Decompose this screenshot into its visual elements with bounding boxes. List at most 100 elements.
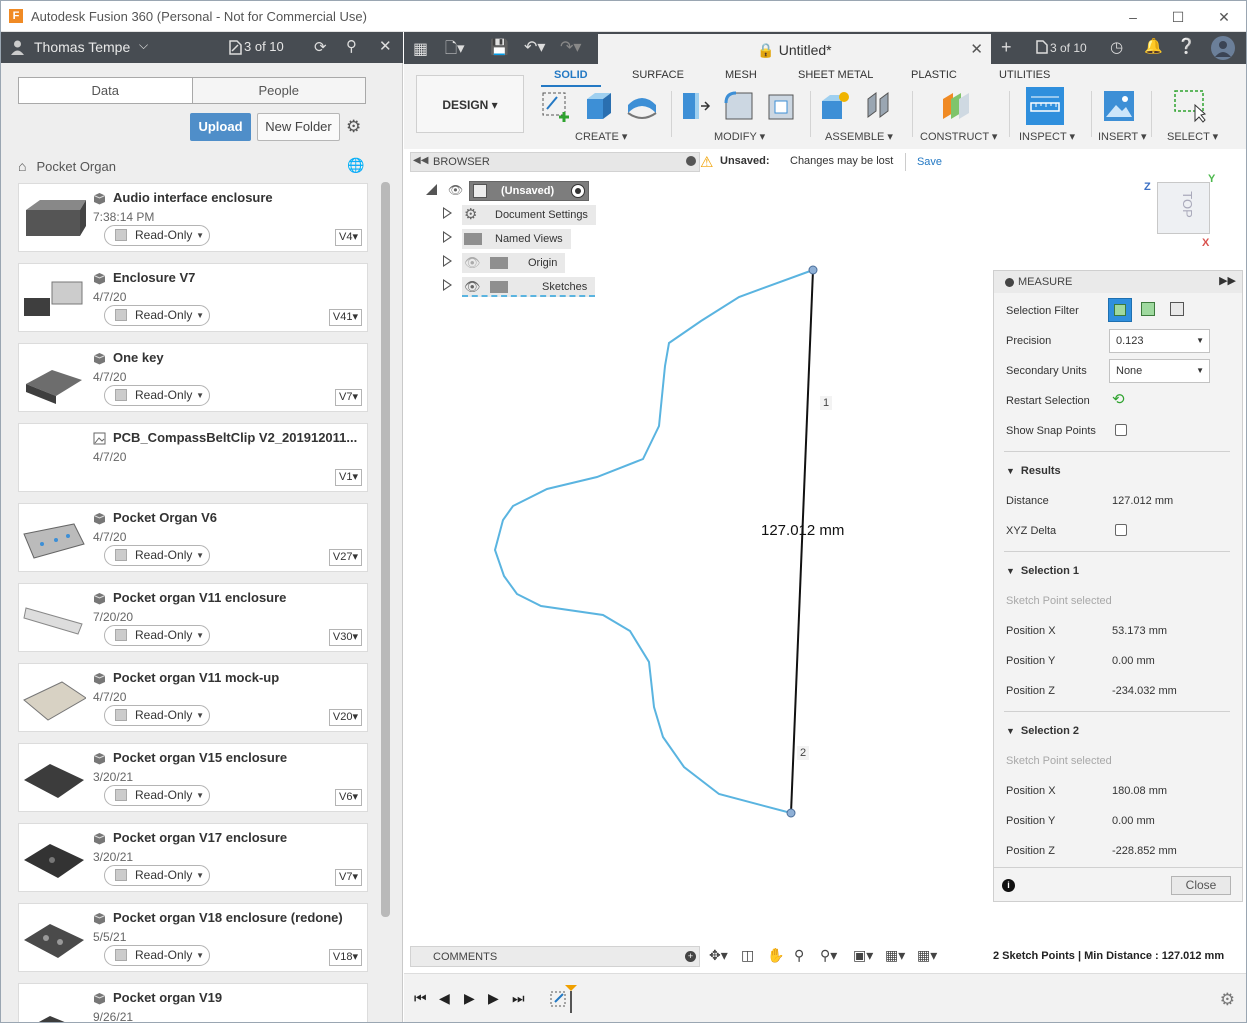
viewports-icon[interactable]: ▦▾ <box>917 947 937 964</box>
file-name[interactable]: Pocket organ V17 enclosure <box>113 830 287 845</box>
file-name[interactable]: Enclosure V7 <box>113 270 195 285</box>
file-name[interactable]: Pocket organ V11 enclosure <box>113 590 286 605</box>
version-dropdown[interactable]: V20▾ <box>328 709 362 726</box>
file-name[interactable]: Pocket organ V18 enclosure (redone) <box>113 910 343 925</box>
file-thumbnail[interactable] <box>22 274 86 326</box>
close-panel-icon[interactable]: ✕ <box>379 37 392 55</box>
assemble-menu[interactable]: ASSEMBLE ▾ <box>825 130 893 143</box>
file-card[interactable]: One key 4/7/20 Read-Only ▼ V7▾ <box>18 343 368 412</box>
search-icon[interactable]: ⚲ <box>346 37 357 55</box>
read-only-dropdown[interactable]: Read-Only ▼ <box>104 545 210 566</box>
selection-1-section-header[interactable]: ▼ Selection 1 <box>1006 565 1079 577</box>
secondary-units-select[interactable]: None ▼ <box>1109 359 1210 383</box>
file-thumbnail[interactable] <box>22 194 86 246</box>
upload-button[interactable]: Upload <box>190 113 251 141</box>
results-section-header[interactable]: ▼ Results <box>1006 465 1061 477</box>
info-icon[interactable]: i <box>1002 879 1015 892</box>
grid-settings-icon[interactable]: ▦▾ <box>885 947 905 964</box>
file-name[interactable]: Pocket organ V11 mock-up <box>113 670 279 685</box>
read-only-dropdown[interactable]: Read-Only ▼ <box>104 305 210 326</box>
file-thumbnail[interactable] <box>22 994 86 1023</box>
collapse-browser-icon[interactable]: ◀◀ <box>413 155 428 166</box>
timeline-first-icon[interactable]: ⏮ <box>414 990 427 1007</box>
tab-mesh[interactable]: MESH <box>725 69 757 81</box>
display-settings-icon[interactable]: ▣▾ <box>853 947 873 964</box>
read-only-dropdown[interactable]: Read-Only ▼ <box>104 705 210 726</box>
save-link[interactable]: Save <box>905 153 953 171</box>
modify-menu[interactable]: MODIFY ▾ <box>714 130 765 143</box>
read-only-dropdown[interactable]: Read-Only ▼ <box>104 785 210 806</box>
file-name[interactable]: PCB_CompassBeltClip V2_201912011... <box>113 430 357 445</box>
select-menu[interactable]: SELECT ▾ <box>1167 130 1218 143</box>
file-list-scrollbar[interactable] <box>381 182 390 917</box>
document-tab[interactable]: 🔒 Untitled* ✕ <box>598 34 991 66</box>
file-thumbnail[interactable] <box>22 434 86 486</box>
version-dropdown[interactable]: V6▾ <box>335 789 362 806</box>
precision-select[interactable]: 0.123 ▼ <box>1109 329 1210 353</box>
file-thumbnail[interactable] <box>22 834 86 886</box>
collapse-panel-icon[interactable] <box>1005 278 1014 287</box>
close-tab-icon[interactable]: ✕ <box>970 40 983 58</box>
tab-people[interactable]: People <box>193 78 366 103</box>
file-icon[interactable]: 🗋▾ <box>445 38 465 63</box>
home-icon[interactable]: ⌂ <box>18 158 26 174</box>
read-only-dropdown[interactable]: Read-Only ▼ <box>104 625 210 646</box>
file-name[interactable]: Pocket organ V15 enclosure <box>113 750 287 765</box>
file-name[interactable]: Audio interface enclosure <box>113 190 273 205</box>
job-status-icon[interactable] <box>1036 40 1048 54</box>
save-icon[interactable]: 💾 <box>490 38 509 56</box>
tab-utilities[interactable]: UTILITIES <box>999 69 1050 81</box>
timeline-play-icon[interactable]: ▶ <box>464 990 475 1007</box>
sketch-point-2[interactable] <box>786 808 796 818</box>
look-at-icon[interactable]: ◫ <box>741 947 754 964</box>
fit-icon[interactable]: ⚲▾ <box>820 947 837 964</box>
xyz-delta-checkbox[interactable] <box>1115 524 1127 536</box>
file-name[interactable]: Pocket Organ V6 <box>113 510 217 525</box>
browser-pin-icon[interactable] <box>686 156 696 166</box>
measure-panel-header[interactable]: MEASURE ▶▶ <box>994 271 1242 293</box>
close-measure-button[interactable]: Close <box>1171 876 1231 895</box>
version-dropdown[interactable]: V1▾ <box>335 469 362 486</box>
revolve-icon[interactable] <box>625 89 659 123</box>
breadcrumb-project[interactable]: Pocket Organ <box>36 159 116 174</box>
tab-plastic[interactable]: PLASTIC <box>911 69 957 81</box>
filter-body-icon[interactable] <box>1108 298 1132 322</box>
version-dropdown[interactable]: V7▾ <box>335 389 362 406</box>
file-card[interactable]: Pocket organ V19 9/26/21 <box>18 983 368 1023</box>
version-dropdown[interactable]: V30▾ <box>328 629 362 646</box>
restart-selection-icon[interactable]: ⟲ <box>1112 390 1125 408</box>
sketch-point-1[interactable] <box>808 265 818 275</box>
new-tab-icon[interactable]: + <box>1001 37 1012 58</box>
fillet-icon[interactable] <box>722 89 756 123</box>
file-card[interactable]: Enclosure V7 4/7/20 Read-Only ▼ V41▾ <box>18 263 368 332</box>
select-window-icon[interactable] <box>1173 89 1207 123</box>
history-icon[interactable]: ◷ <box>1110 38 1123 56</box>
sketch-profile[interactable] <box>493 269 814 814</box>
zoom-icon[interactable]: ⚲ <box>794 947 804 964</box>
read-only-dropdown[interactable]: Read-Only ▼ <box>104 225 210 246</box>
avatar[interactable] <box>1211 36 1235 60</box>
joint-icon[interactable] <box>862 89 896 123</box>
offset-plane-icon[interactable] <box>939 89 973 123</box>
browser-panel-header[interactable]: ◀◀ BROWSER <box>410 152 700 172</box>
close-window-button[interactable]: ✕ <box>1209 7 1239 27</box>
tab-surface[interactable]: SURFACE <box>632 69 684 81</box>
construct-menu[interactable]: CONSTRUCT ▾ <box>920 130 997 143</box>
insert-image-icon[interactable] <box>1102 89 1136 123</box>
user-name[interactable]: Thomas Tempe <box>34 39 130 55</box>
shell-icon[interactable] <box>765 89 799 123</box>
extrude-icon[interactable] <box>581 89 615 123</box>
maximize-button[interactable]: ☐ <box>1163 7 1193 27</box>
insert-menu[interactable]: INSERT ▾ <box>1098 130 1147 143</box>
read-only-dropdown[interactable]: Read-Only ▼ <box>104 865 210 886</box>
grid-menu-icon[interactable]: ▦ <box>413 39 428 59</box>
measure-icon[interactable] <box>1026 87 1064 125</box>
tab-sheet-metal[interactable]: SHEET METAL <box>798 69 873 81</box>
file-name[interactable]: One key <box>113 350 164 365</box>
filter-edge-icon[interactable] <box>1170 302 1184 316</box>
file-card[interactable]: Pocket organ V11 enclosure 7/20/20 Read-On… <box>18 583 368 652</box>
tab-solid[interactable]: SOLID <box>554 69 588 81</box>
orbit-icon[interactable]: ✥▾ <box>709 947 728 964</box>
file-name[interactable]: Pocket organ V19 <box>113 990 222 1005</box>
file-thumbnail[interactable] <box>22 754 86 806</box>
